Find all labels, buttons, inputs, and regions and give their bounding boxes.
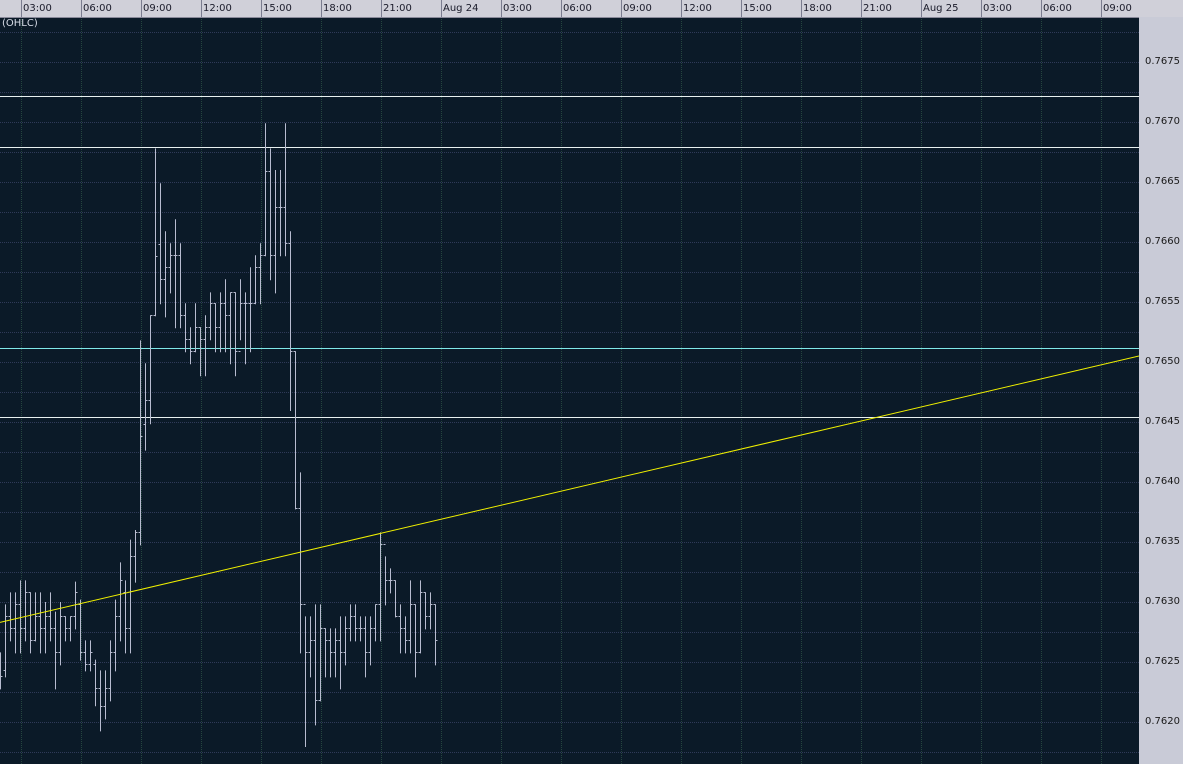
price-tick-label: 0.7640: [1145, 476, 1180, 487]
time-tick: [81, 0, 82, 17]
time-tick: [741, 0, 742, 17]
plot-background: [0, 0, 1139, 764]
time-tick-label: 06:00: [1043, 3, 1072, 14]
time-tick-label: Aug 24: [443, 3, 479, 14]
indicator-label: (OHLC): [2, 18, 38, 29]
price-tick-label: 0.7650: [1145, 356, 1180, 367]
time-tick: [261, 0, 262, 17]
time-tick-label: 03:00: [23, 3, 52, 14]
time-tick-label: 21:00: [383, 3, 412, 14]
time-tick: [1101, 0, 1102, 17]
time-tick: [561, 0, 562, 17]
time-tick-label: 12:00: [203, 3, 232, 14]
price-tick-label: 0.7665: [1145, 176, 1180, 187]
time-tick: [501, 0, 502, 17]
time-tick-label: 06:00: [563, 3, 592, 14]
time-tick: [681, 0, 682, 17]
time-tick-label: Aug 25: [923, 3, 959, 14]
price-tick-label: 0.7635: [1145, 536, 1180, 547]
time-tick: [621, 0, 622, 17]
price-axis: 0.7675 0.7670 0.7665 0.7660 0.7655 0.7650 0.76…: [1139, 17, 1183, 764]
time-tick-label: 21:00: [863, 3, 892, 14]
time-tick-label: 09:00: [143, 3, 172, 14]
time-tick: [141, 0, 142, 17]
time-tick: [381, 0, 382, 17]
price-tick-label: 0.7675: [1145, 56, 1180, 67]
time-tick-label: 15:00: [263, 3, 292, 14]
time-tick-label: 09:00: [623, 3, 652, 14]
time-tick-label: 18:00: [323, 3, 352, 14]
price-tick-label: 0.7655: [1145, 296, 1180, 307]
price-tick-label: 0.7620: [1145, 716, 1180, 727]
time-tick: [201, 0, 202, 17]
time-tick: [921, 0, 922, 17]
time-tick-label: 03:00: [503, 3, 532, 14]
price-tick-label: 0.7630: [1145, 596, 1180, 607]
time-axis: 03:00 06:00 09:00 12:00 15:00 18:00 21:00 Aug 2…: [0, 0, 1183, 18]
price-tick-label: 0.7660: [1145, 236, 1180, 247]
time-tick-label: 06:00: [83, 3, 112, 14]
time-tick: [441, 0, 442, 17]
time-tick-label: 03:00: [983, 3, 1012, 14]
price-chart-plot[interactable]: [0, 0, 1139, 764]
price-tick-label: 0.7670: [1145, 116, 1180, 127]
time-tick: [861, 0, 862, 17]
time-tick: [321, 0, 322, 17]
time-tick: [1041, 0, 1042, 17]
time-tick-label: 15:00: [743, 3, 772, 14]
time-tick: [981, 0, 982, 17]
time-tick-label: 09:00: [1103, 3, 1132, 14]
time-tick-label: 18:00: [803, 3, 832, 14]
price-tick-label: 0.7645: [1145, 416, 1180, 427]
price-tick-label: 0.7625: [1145, 656, 1180, 667]
time-tick: [21, 0, 22, 17]
time-tick: [801, 0, 802, 17]
time-tick-label: 12:00: [683, 3, 712, 14]
